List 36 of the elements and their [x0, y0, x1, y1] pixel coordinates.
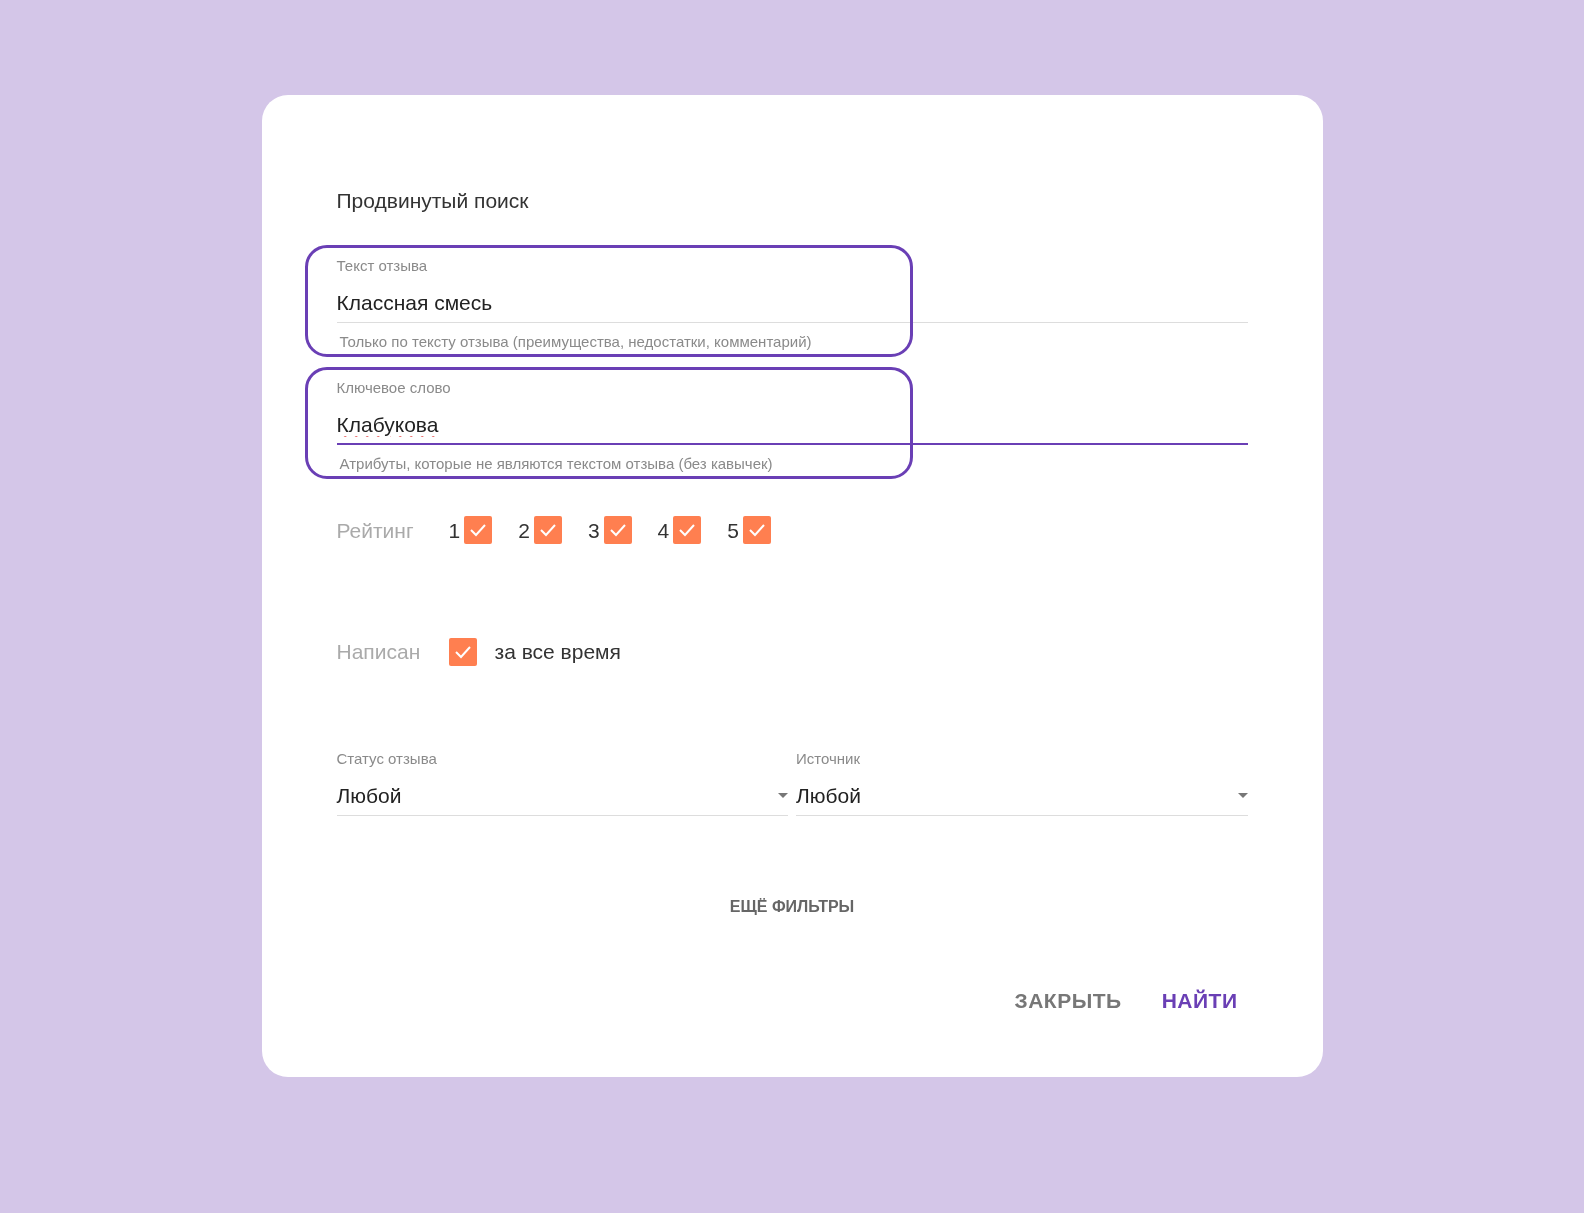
- text-field[interactable]: Классная смесь: [336, 284, 1248, 323]
- checkbox[interactable]: [742, 516, 771, 545]
- checkbox[interactable]: [673, 516, 702, 545]
- helper-text: Только по тексту отзыва (преимущества, недостатки, комментарий): [339, 332, 813, 351]
- checkbox[interactable]: [464, 516, 493, 545]
- rating-number: 1: [448, 517, 461, 544]
- field-label: Текст отзыва: [336, 256, 429, 275]
- select-dropdown[interactable]: Любой: [796, 776, 1248, 816]
- written-label: Написан: [336, 639, 422, 665]
- checkbox[interactable]: [603, 516, 632, 545]
- checkmark-icon: [747, 523, 766, 538]
- checkmark-icon: [608, 523, 627, 538]
- checkmark-icon: [678, 523, 697, 538]
- close-button[interactable]: ЗАКРЫТЬ: [1004, 979, 1132, 1023]
- checkbox[interactable]: [448, 637, 477, 666]
- checkmark-icon: [469, 523, 488, 538]
- checkmark-icon: [538, 523, 557, 538]
- select-dropdown[interactable]: Любой: [336, 776, 788, 816]
- text-field[interactable]: Клабукова: [336, 406, 1248, 445]
- rating-number: 3: [587, 517, 600, 544]
- select-label: Статус отзыва: [336, 748, 438, 769]
- dialog-title: Продвинутый поиск: [336, 188, 530, 214]
- period-label: за все время: [494, 639, 621, 665]
- helper-text: Атрибуты, которые не являются текстом отзыва (без кавычек): [339, 454, 774, 473]
- more-filters-button[interactable]: ЕЩЁ ФИЛЬТРЫ: [721, 891, 863, 923]
- checkmark-icon: [453, 644, 472, 659]
- rating-number: 4: [657, 517, 670, 544]
- rating-number: 5: [727, 517, 739, 544]
- search-button[interactable]: НАЙТИ: [1151, 979, 1248, 1023]
- dropdown-caret-icon: [1237, 792, 1248, 799]
- field-label: Ключевое слово: [336, 378, 452, 397]
- rating-label: Рейтинг: [336, 517, 415, 544]
- rating-number: 2: [518, 517, 530, 544]
- select-label: Источник: [796, 748, 862, 769]
- checkbox[interactable]: [533, 516, 562, 545]
- dropdown-caret-icon: [778, 792, 788, 799]
